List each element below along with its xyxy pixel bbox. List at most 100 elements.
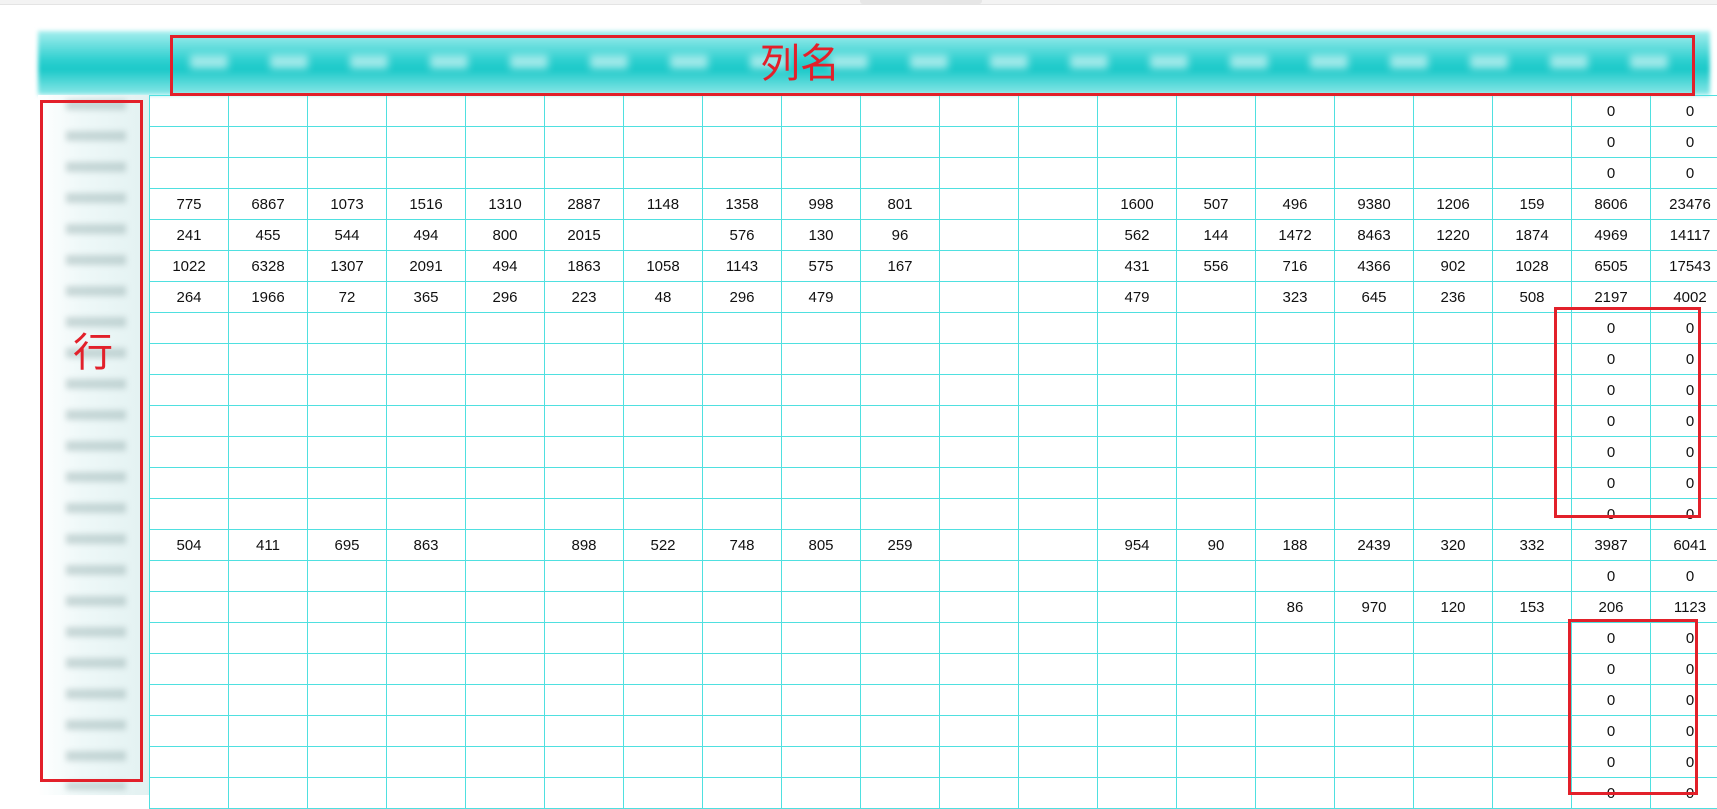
table-cell[interactable] bbox=[466, 468, 545, 499]
table-cell[interactable]: 1148 bbox=[624, 189, 703, 220]
table-cell[interactable] bbox=[545, 437, 624, 468]
table-cell[interactable] bbox=[940, 747, 1019, 778]
table-cell[interactable] bbox=[150, 623, 229, 654]
table-cell[interactable] bbox=[624, 592, 703, 623]
table-cell[interactable] bbox=[1414, 778, 1493, 809]
table-cell[interactable] bbox=[545, 468, 624, 499]
table-cell[interactable] bbox=[387, 747, 466, 778]
table-cell[interactable] bbox=[1177, 344, 1256, 375]
table-cell[interactable]: 562 bbox=[1098, 220, 1177, 251]
table-cell[interactable] bbox=[1414, 499, 1493, 530]
table-cell[interactable] bbox=[861, 716, 940, 747]
table-cell[interactable]: 14117 bbox=[1651, 220, 1717, 251]
table-cell[interactable] bbox=[229, 344, 308, 375]
table-cell[interactable] bbox=[782, 592, 861, 623]
table-cell[interactable]: 0 bbox=[1651, 313, 1717, 344]
table-cell[interactable] bbox=[545, 313, 624, 344]
table-cell[interactable] bbox=[466, 406, 545, 437]
table-cell[interactable]: 748 bbox=[703, 530, 782, 561]
table-cell[interactable]: 2887 bbox=[545, 189, 624, 220]
table-cell[interactable] bbox=[1019, 96, 1098, 127]
table-cell[interactable] bbox=[150, 468, 229, 499]
table-cell[interactable]: 159 bbox=[1493, 189, 1572, 220]
table-cell[interactable] bbox=[1414, 406, 1493, 437]
table-cell[interactable]: 0 bbox=[1651, 654, 1717, 685]
table-cell[interactable]: 0 bbox=[1572, 158, 1651, 189]
table-cell[interactable] bbox=[1177, 158, 1256, 189]
table-cell[interactable] bbox=[1335, 375, 1414, 406]
table-cell[interactable] bbox=[624, 344, 703, 375]
table-cell[interactable] bbox=[703, 375, 782, 406]
table-cell[interactable] bbox=[940, 158, 1019, 189]
table-cell[interactable] bbox=[861, 468, 940, 499]
table-cell[interactable]: 6041 bbox=[1651, 530, 1717, 561]
table-cell[interactable] bbox=[545, 685, 624, 716]
table-cell[interactable] bbox=[1177, 468, 1256, 499]
table-cell[interactable] bbox=[308, 158, 387, 189]
table-cell[interactable] bbox=[308, 468, 387, 499]
table-cell[interactable] bbox=[940, 623, 1019, 654]
table-cell[interactable] bbox=[308, 127, 387, 158]
table-cell[interactable] bbox=[466, 685, 545, 716]
table-cell[interactable] bbox=[229, 96, 308, 127]
table-cell[interactable]: 0 bbox=[1572, 406, 1651, 437]
table-cell[interactable]: 898 bbox=[545, 530, 624, 561]
table-cell[interactable]: 259 bbox=[861, 530, 940, 561]
table-cell[interactable]: 431 bbox=[1098, 251, 1177, 282]
table-cell[interactable] bbox=[545, 623, 624, 654]
table-cell[interactable] bbox=[1256, 313, 1335, 344]
table-cell[interactable] bbox=[861, 344, 940, 375]
table-cell[interactable]: 223 bbox=[545, 282, 624, 313]
table-cell[interactable] bbox=[1493, 437, 1572, 468]
table-cell[interactable] bbox=[703, 344, 782, 375]
table-cell[interactable] bbox=[1177, 282, 1256, 313]
table-cell[interactable] bbox=[387, 561, 466, 592]
table-cell[interactable] bbox=[782, 437, 861, 468]
table-cell[interactable] bbox=[545, 778, 624, 809]
table-cell[interactable] bbox=[624, 220, 703, 251]
table-cell[interactable] bbox=[703, 716, 782, 747]
table-cell[interactable]: 8463 bbox=[1335, 220, 1414, 251]
table-cell[interactable] bbox=[703, 313, 782, 344]
table-cell[interactable]: 0 bbox=[1572, 375, 1651, 406]
table-cell[interactable] bbox=[150, 437, 229, 468]
table-cell[interactable]: 1307 bbox=[308, 251, 387, 282]
table-cell[interactable] bbox=[308, 313, 387, 344]
table-cell[interactable]: 522 bbox=[624, 530, 703, 561]
table-cell[interactable]: 805 bbox=[782, 530, 861, 561]
table-cell[interactable]: 153 bbox=[1493, 592, 1572, 623]
table-cell[interactable] bbox=[466, 375, 545, 406]
table-cell[interactable]: 0 bbox=[1651, 778, 1717, 809]
table-cell[interactable] bbox=[1335, 127, 1414, 158]
table-cell[interactable]: 1358 bbox=[703, 189, 782, 220]
table-cell[interactable] bbox=[861, 127, 940, 158]
table-cell[interactable]: 0 bbox=[1651, 561, 1717, 592]
table-cell[interactable]: 4002 bbox=[1651, 282, 1717, 313]
table-cell[interactable] bbox=[1256, 437, 1335, 468]
table-cell[interactable] bbox=[1098, 406, 1177, 437]
table-cell[interactable]: 0 bbox=[1572, 716, 1651, 747]
table-cell[interactable] bbox=[308, 96, 387, 127]
table-cell[interactable]: 0 bbox=[1572, 499, 1651, 530]
table-cell[interactable] bbox=[387, 158, 466, 189]
table-cell[interactable] bbox=[1414, 437, 1493, 468]
table-cell[interactable]: 1028 bbox=[1493, 251, 1572, 282]
table-cell[interactable] bbox=[782, 468, 861, 499]
table-cell[interactable] bbox=[150, 313, 229, 344]
table-cell[interactable]: 72 bbox=[308, 282, 387, 313]
table-cell[interactable] bbox=[782, 747, 861, 778]
table-cell[interactable] bbox=[1335, 716, 1414, 747]
table-cell[interactable] bbox=[703, 592, 782, 623]
table-cell[interactable] bbox=[229, 592, 308, 623]
table-cell[interactable] bbox=[466, 561, 545, 592]
table-cell[interactable] bbox=[387, 375, 466, 406]
table-cell[interactable] bbox=[1414, 375, 1493, 406]
table-cell[interactable] bbox=[703, 437, 782, 468]
table-cell[interactable]: 2439 bbox=[1335, 530, 1414, 561]
table-cell[interactable] bbox=[1256, 747, 1335, 778]
table-cell[interactable] bbox=[1177, 499, 1256, 530]
table-cell[interactable] bbox=[1098, 468, 1177, 499]
table-cell[interactable] bbox=[150, 127, 229, 158]
table-cell[interactable] bbox=[1019, 716, 1098, 747]
table-cell[interactable] bbox=[308, 623, 387, 654]
